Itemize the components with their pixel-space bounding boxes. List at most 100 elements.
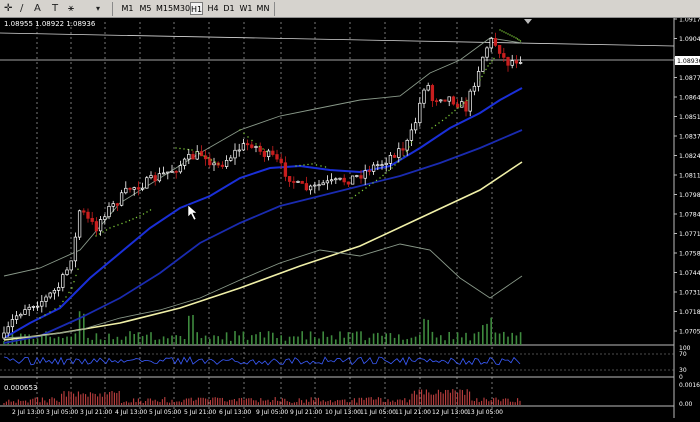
sar-dot <box>258 145 261 148</box>
time-tick-label: 3 Jul 21:00 <box>80 409 112 416</box>
timeframe-mn-button[interactable]: MN <box>256 2 270 15</box>
bear-candle <box>451 96 456 105</box>
sar-dot <box>247 136 249 138</box>
bull-candle <box>338 177 342 180</box>
sar-dot <box>39 317 41 319</box>
timeframe-h4-button[interactable]: H4 <box>206 2 220 15</box>
sar-dot <box>210 159 213 161</box>
timeframe-w1-button[interactable]: W1 <box>239 2 253 15</box>
price-tick-label: 1.08510 <box>679 114 700 121</box>
timeframe-m1-button[interactable]: M1 <box>120 2 135 15</box>
shapes-icon[interactable]: ⚹ <box>68 2 74 15</box>
text-label-icon[interactable]: T <box>52 2 58 15</box>
line-tool-icon[interactable]: / <box>20 2 23 15</box>
bear-candle <box>262 151 267 157</box>
sar-dot <box>431 127 433 129</box>
text-icon[interactable]: A <box>34 2 41 15</box>
bull-candle <box>254 146 258 148</box>
bull-candle <box>48 292 52 298</box>
timeframe-d1-button[interactable]: D1 <box>222 2 236 15</box>
bull-candle <box>241 143 246 151</box>
timeframe-m5-button[interactable]: M5 <box>138 2 153 15</box>
bull-candle <box>329 179 334 182</box>
bull-candle <box>350 175 355 185</box>
bear-candle <box>514 60 519 64</box>
bear-candle <box>367 170 372 172</box>
sar-dot <box>251 139 253 142</box>
bull-candle <box>317 184 321 187</box>
sar-dot <box>128 219 131 222</box>
bear-candle <box>271 150 275 155</box>
sar-dot <box>98 233 101 235</box>
timeframe-m15-button[interactable]: M15 <box>156 2 173 15</box>
bull-candle <box>313 184 317 187</box>
time-tick-label: 5 Jul 21:00 <box>184 409 216 416</box>
bear-candle <box>283 162 288 177</box>
sar-dot <box>125 221 127 223</box>
sar-dot <box>109 227 111 229</box>
bear-candle <box>191 154 195 160</box>
bear-candle <box>304 183 309 191</box>
crosshair-icon[interactable]: ✛ <box>4 2 12 15</box>
bear-candle <box>493 38 498 46</box>
bull-candle <box>10 319 15 328</box>
sar-dot <box>59 305 61 307</box>
bull-candle <box>31 306 36 308</box>
bull-candle <box>178 165 183 173</box>
sar-dot <box>434 124 437 127</box>
bull-candle <box>325 180 330 184</box>
sar-dot <box>361 189 364 192</box>
bull-candle <box>69 260 73 271</box>
price-chart[interactable]: 1.091751.090401.089051.087751.086401.085… <box>0 17 700 418</box>
trend-line <box>0 32 675 47</box>
sar-dot <box>372 182 374 184</box>
dropdown-arrow-icon[interactable]: ▾ <box>96 2 100 15</box>
moving-average-slow <box>3 161 523 341</box>
bull-candle <box>308 185 313 191</box>
bull-candle <box>229 157 233 161</box>
bull-candle <box>124 187 128 194</box>
sar-dot <box>493 57 495 60</box>
sar-dot <box>65 296 67 298</box>
sar-dot <box>375 179 378 182</box>
bear-candle <box>292 181 296 183</box>
price-axis: 1.091751.090401.089051.087751.086401.085… <box>674 17 700 408</box>
timeframe-m30-button[interactable]: M30 <box>173 2 190 15</box>
sar-dot <box>463 102 465 104</box>
bull-candle <box>418 102 422 124</box>
time-tick-label: 9 Jul 05:00 <box>256 409 288 416</box>
bear-candle <box>506 57 510 66</box>
bull-candle <box>266 150 271 157</box>
bear-candle <box>455 103 460 108</box>
timeframe-h1-button[interactable]: H1 <box>190 2 203 15</box>
chart-canvas[interactable]: 1.091751.090401.089051.087751.086401.085… <box>0 17 700 418</box>
bull-candle <box>98 219 103 232</box>
time-tick-label: 12 Jul 13:00 <box>432 409 468 416</box>
sar-dot <box>518 39 520 41</box>
bull-candle <box>413 122 418 131</box>
sar-dot <box>513 36 515 38</box>
time-tick-label: 5 Jul 05:00 <box>149 409 181 416</box>
bull-candle <box>468 90 472 112</box>
current-price-label: 1.08936 <box>677 58 700 65</box>
bear-candle <box>245 143 250 146</box>
sar-dot <box>391 167 393 169</box>
moving-average-medium <box>3 129 523 344</box>
sar-dot <box>54 308 56 310</box>
bull-candle <box>224 160 229 167</box>
sar-dot <box>454 109 456 112</box>
chart-grid <box>0 18 675 418</box>
sar-dot <box>505 32 507 34</box>
sar-dot <box>394 164 396 166</box>
bull-candle <box>170 171 174 173</box>
sar-dot <box>207 157 209 159</box>
toolbar-separator <box>112 2 113 16</box>
sar-dot <box>49 311 51 313</box>
ohlc-readout: 1.08955 1.08922 1.08936 <box>4 20 96 28</box>
bull-candle <box>145 177 149 189</box>
sar-dot <box>187 148 189 151</box>
bull-candle <box>397 148 401 158</box>
bull-candle <box>27 306 31 310</box>
bull-candle <box>103 216 107 220</box>
chart-shift-marker-icon[interactable] <box>524 19 532 24</box>
